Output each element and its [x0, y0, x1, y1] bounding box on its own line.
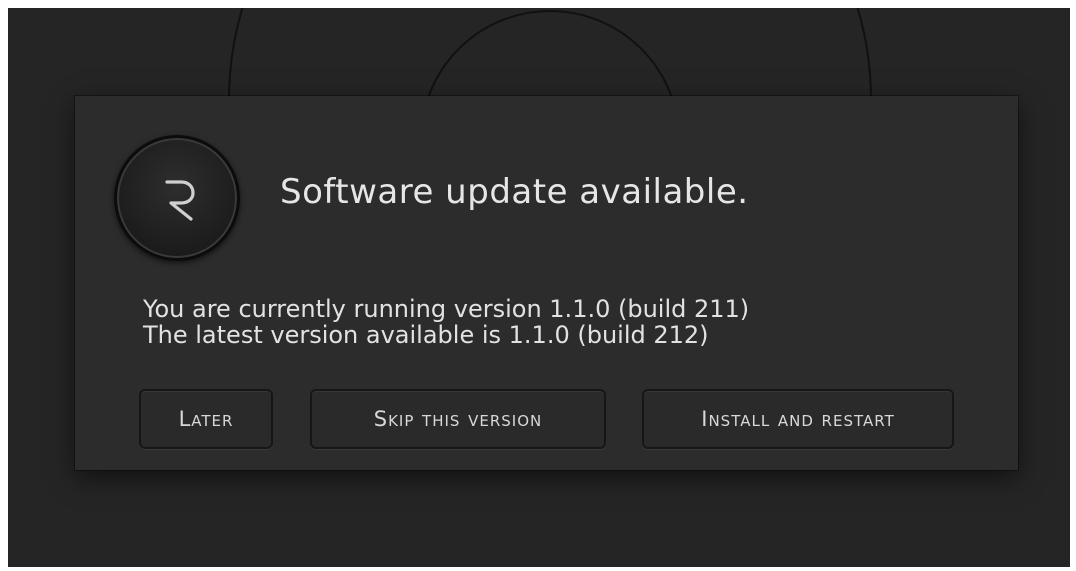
current-version-text: You are currently running version 1.1.0 … [143, 295, 750, 323]
skip-version-button[interactable]: Skip this version [310, 389, 606, 449]
latest-version-text: The latest version available is 1.1.0 (b… [143, 321, 709, 349]
app-logo-r-icon [114, 135, 240, 261]
version-info: You are currently running version 1.1.0 … [143, 296, 749, 348]
later-button[interactable]: Later [139, 389, 273, 449]
software-update-dialog: Software update available. You are curre… [75, 96, 1018, 470]
dialog-title: Software update available. [280, 172, 749, 212]
install-and-restart-button[interactable]: Install and restart [642, 389, 954, 449]
letter-r-glyph [165, 180, 195, 221]
